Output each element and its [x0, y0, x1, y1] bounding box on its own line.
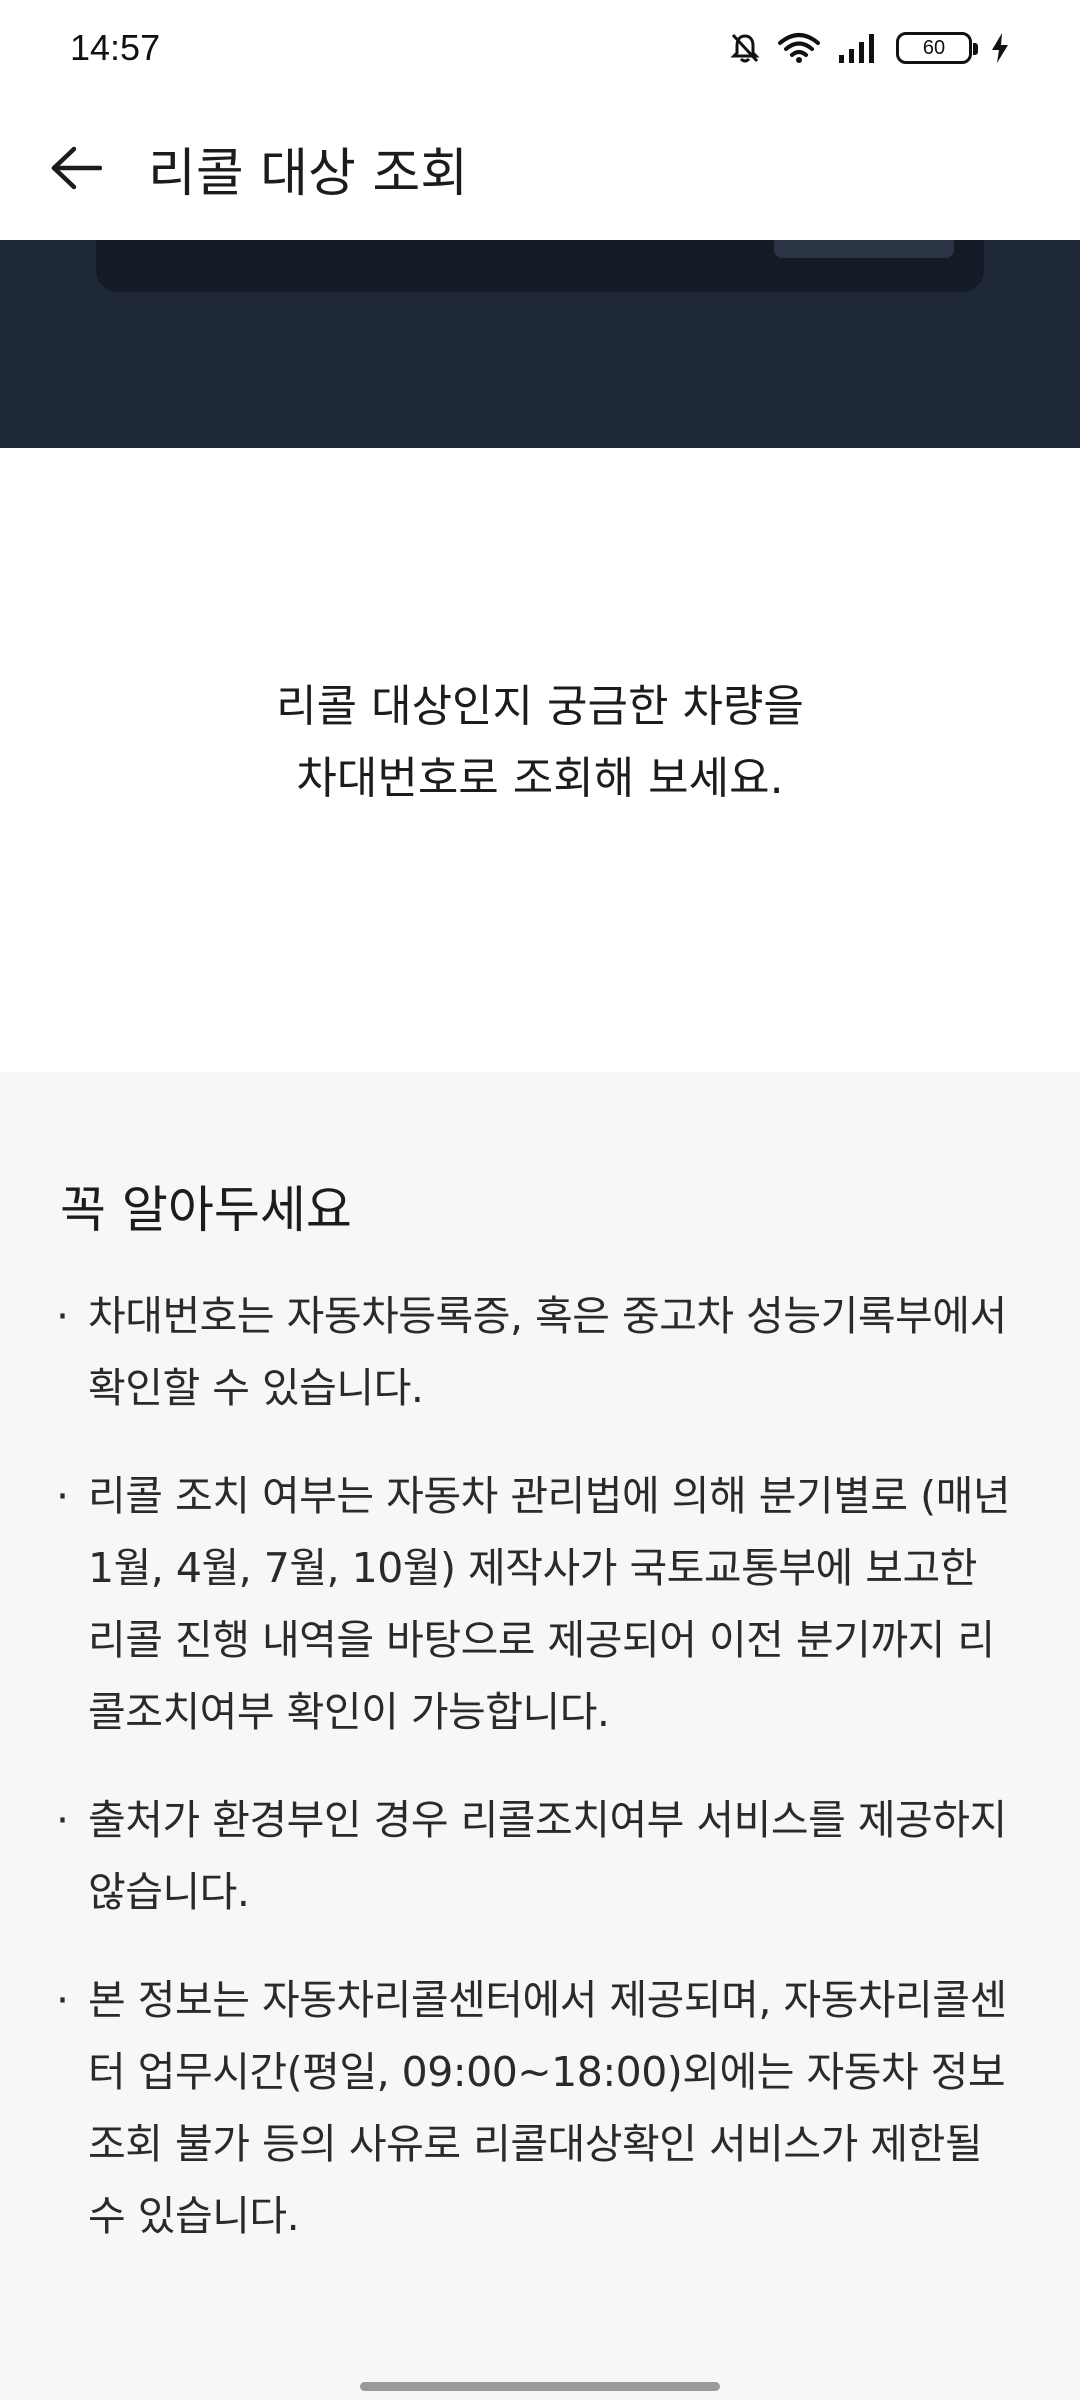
status-icons: 60	[730, 32, 1010, 64]
app-bar: 리콜 대상 조회	[0, 96, 1080, 240]
arrow-left-icon	[51, 146, 102, 190]
notice-item: 리콜 조치 여부는 자동차 관리법에 의해 분기별로 (매년 1월, 4월, 7…	[56, 1460, 1020, 1748]
page-title: 리콜 대상 조회	[148, 143, 469, 204]
signal-icon	[838, 33, 878, 63]
notice-section: 꼭 알아두세요 차대번호는 자동차등록증, 혹은 중고차 성능기록부에서 확인할…	[0, 1072, 1080, 2400]
banner-card-button[interactable]	[774, 240, 954, 258]
status-bar: 14:57 60	[0, 0, 1080, 96]
hero-line-1: 리콜 대상인지 궁금한 차량을	[276, 681, 804, 732]
hero-message: 리콜 대상인지 궁금한 차량을 차대번호로 조회해 보세요.	[276, 671, 804, 815]
back-button[interactable]	[44, 136, 108, 200]
notice-item: 차대번호는 자동차등록증, 혹은 중고차 성능기록부에서 확인할 수 있습니다.	[56, 1280, 1020, 1424]
notice-item: 본 정보는 자동차리콜센터에서 제공되며, 자동차리콜센터 업무시간(평일, 0…	[56, 1964, 1020, 2252]
notice-title: 꼭 알아두세요	[60, 1181, 352, 1239]
battery-icon: 60	[896, 32, 978, 64]
dark-banner	[0, 240, 1080, 448]
notice-item: 출처가 환경부인 경우 리콜조치여부 서비스를 제공하지 않습니다.	[56, 1784, 1020, 1928]
hero-section: 리콜 대상인지 궁금한 차량을 차대번호로 조회해 보세요.	[0, 448, 1080, 1072]
charging-icon	[990, 32, 1010, 64]
battery-level: 60	[922, 36, 946, 59]
status-time: 14:57	[70, 27, 161, 68]
notice-list: 차대번호는 자동차등록증, 혹은 중고차 성능기록부에서 확인할 수 있습니다.…	[56, 1280, 1020, 2252]
home-indicator[interactable]	[360, 2382, 720, 2391]
wifi-icon	[778, 32, 820, 64]
hero-line-2: 차대번호로 조회해 보세요.	[296, 753, 784, 804]
mute-bell-icon	[730, 32, 760, 64]
